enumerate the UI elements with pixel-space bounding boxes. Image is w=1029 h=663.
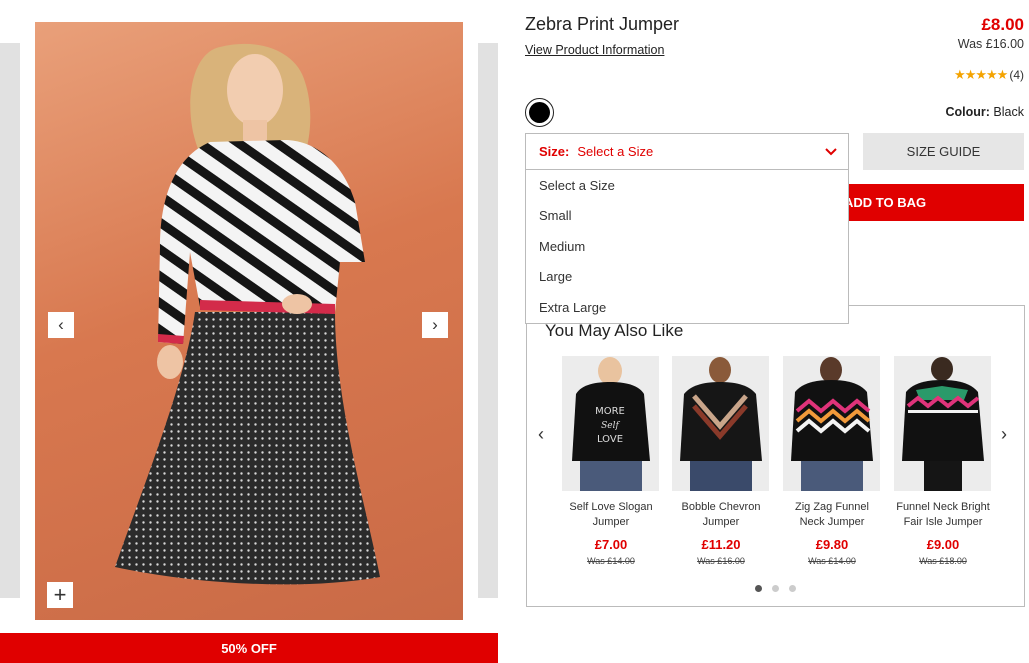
swatch-color xyxy=(529,102,550,123)
next-image-peek xyxy=(478,43,498,598)
carousel-dot[interactable] xyxy=(772,585,779,592)
svg-text:MORE: MORE xyxy=(595,406,625,417)
product-price: £8.00 xyxy=(981,15,1024,34)
product-was-price: Was £16.00 xyxy=(957,37,1024,51)
product-card-was-price: Was £14.00 xyxy=(808,556,856,566)
chevron-left-icon: ‹ xyxy=(58,315,64,334)
product-card-name[interactable]: Self Love Slogan Jumper xyxy=(562,500,660,530)
product-card-price: £9.00 xyxy=(926,537,960,552)
product-main-image xyxy=(35,22,463,620)
product-card-was-price: Was £16.00 xyxy=(697,556,745,566)
colour-swatch-black[interactable] xyxy=(525,98,554,127)
gallery-next-button[interactable]: › xyxy=(422,312,448,338)
product-card[interactable]: MORE Self LOVE Self Love Slogan Jumper £… xyxy=(562,356,660,566)
recommendations-title: You May Also Like xyxy=(545,321,684,340)
size-option[interactable]: Small xyxy=(526,201,848,232)
plus-icon: + xyxy=(53,582,67,607)
size-dropdown-menu: Select a Size Small Medium Large Extra L… xyxy=(525,169,849,324)
product-card-image[interactable]: MORE Self LOVE xyxy=(562,356,659,491)
product-card-was-price: Was £18.00 xyxy=(919,556,967,566)
star-rating-icon: ★★★★★ xyxy=(954,67,1008,82)
size-guide-button[interactable]: SIZE GUIDE xyxy=(863,133,1024,170)
colour-value: Black xyxy=(993,105,1024,119)
carousel-prev-button[interactable]: ‹ xyxy=(538,424,544,445)
product-gallery: ‹ › + 50% OFF xyxy=(0,0,500,663)
product-title: Zebra Print Jumper xyxy=(525,14,680,34)
gallery-prev-button[interactable]: ‹ xyxy=(48,312,74,338)
view-product-info-link[interactable]: View Product Information xyxy=(525,43,664,57)
chevron-right-icon: › xyxy=(432,315,438,334)
rating-count: (4) xyxy=(1009,68,1024,82)
product-card-name[interactable]: Zig Zag Funnel Neck Jumper xyxy=(783,500,881,530)
recommendations-carousel: You May Also Like ‹ › MORE Self LOVE Sel… xyxy=(526,305,1025,607)
product-card[interactable]: Zig Zag Funnel Neck Jumper £9.80 Was £14… xyxy=(783,356,881,566)
product-card-price: £7.00 xyxy=(594,537,628,552)
svg-text:Self: Self xyxy=(601,421,620,431)
product-card-name[interactable]: Funnel Neck Bright Fair Isle Jumper xyxy=(894,500,992,530)
zoom-button[interactable]: + xyxy=(47,582,73,608)
size-option[interactable]: Select a Size xyxy=(526,170,848,201)
product-card-image[interactable] xyxy=(894,356,991,491)
discount-badge: 50% OFF xyxy=(0,633,498,663)
previous-image-peek xyxy=(0,43,20,598)
size-option[interactable]: Medium xyxy=(526,231,848,262)
product-card-image[interactable] xyxy=(672,356,769,491)
size-select-label: Size: xyxy=(539,144,570,159)
carousel-pagination xyxy=(527,585,1024,592)
product-card-price: £9.80 xyxy=(815,537,849,552)
carousel-next-button[interactable]: › xyxy=(1001,424,1007,445)
product-card-name[interactable]: Bobble Chevron Jumper xyxy=(672,500,770,530)
carousel-dot[interactable] xyxy=(789,585,796,592)
product-card[interactable]: Bobble Chevron Jumper £11.20 Was £16.00 xyxy=(672,356,770,566)
product-card[interactable]: Funnel Neck Bright Fair Isle Jumper £9.0… xyxy=(894,356,992,566)
svg-text:LOVE: LOVE xyxy=(597,434,623,445)
colour-label: Colour: Black xyxy=(946,105,1025,119)
size-option[interactable]: Extra Large xyxy=(526,292,848,323)
chevron-left-icon: ‹ xyxy=(538,424,544,444)
size-option[interactable]: Large xyxy=(526,262,848,293)
product-card-was-price: Was £14.00 xyxy=(587,556,635,566)
size-select[interactable]: Size: Select a Size xyxy=(525,133,849,170)
product-card-image[interactable] xyxy=(783,356,880,491)
colour-label-title: Colour: xyxy=(945,105,990,119)
carousel-dot[interactable] xyxy=(755,585,762,592)
chevron-right-icon: › xyxy=(1001,424,1007,444)
product-card-price: £11.20 xyxy=(701,537,741,552)
size-select-value: Select a Size xyxy=(577,144,654,159)
add-to-bag-label: ADD TO BAG xyxy=(844,195,927,210)
chevron-down-icon xyxy=(824,145,838,162)
product-rating[interactable]: ★★★★★ (4) xyxy=(954,67,1024,83)
